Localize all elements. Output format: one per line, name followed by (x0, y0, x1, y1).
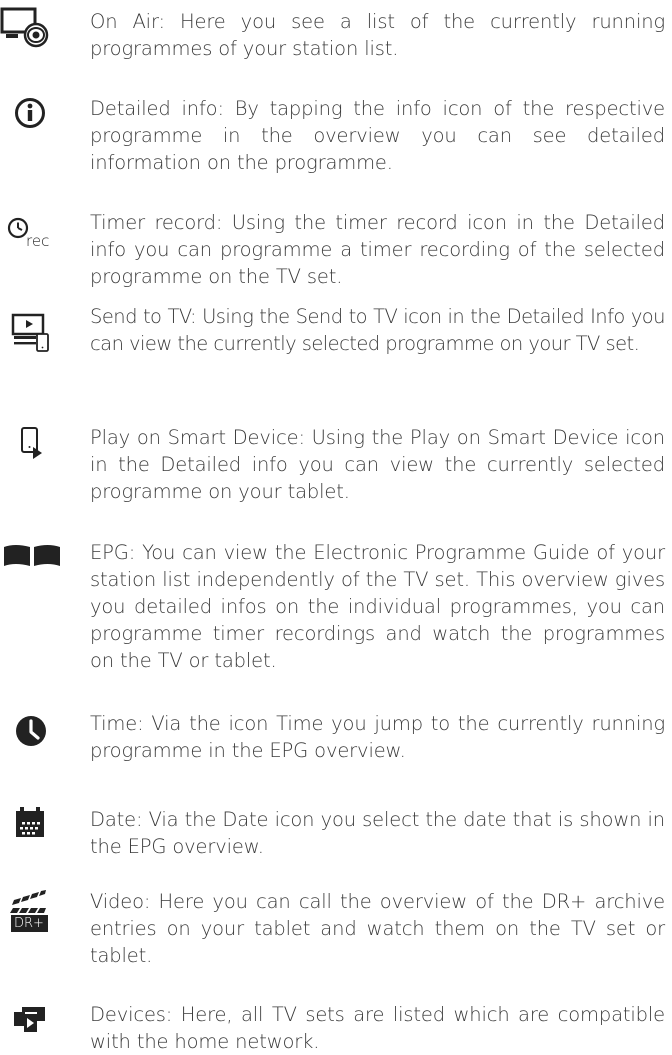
entry-text: Timer record: Using the timer record ico… (90, 211, 665, 288)
calendar-icon (0, 799, 78, 847)
send-to-tv-icon (0, 306, 78, 354)
entry-text: Video: Here you can call the overview of… (90, 890, 665, 967)
timer-record-icon: rec (0, 203, 78, 251)
entry-text: Play on Smart Device: Using the Play on … (90, 426, 665, 503)
dr-plus-video-icon: DR+ (0, 886, 78, 934)
entry-text: Detailed info: By tapping the info icon … (90, 97, 665, 174)
entry-text: Devices: Here, all TV sets are listed wh… (90, 1003, 665, 1053)
clock-icon (0, 704, 78, 752)
entry-text: On Air: Here you see a list of the curre… (90, 10, 665, 60)
rec-label: rec (26, 232, 50, 250)
entry-text: Send to TV: Using the Send to TV icon in… (90, 305, 666, 355)
info-icon (0, 90, 78, 138)
entry-text: EPG: You can view the Electronic Program… (90, 541, 665, 672)
play-on-device-icon (0, 419, 78, 467)
entry-text: Date: Via the Date icon you select the d… (90, 808, 665, 858)
devices-icon (0, 997, 78, 1045)
entry-text: Time: Via the icon Time you jump to the … (90, 712, 665, 762)
tv-eye-icon (0, 0, 78, 48)
book-icon (0, 536, 78, 584)
dr-plus-label: DR+ (14, 916, 44, 931)
